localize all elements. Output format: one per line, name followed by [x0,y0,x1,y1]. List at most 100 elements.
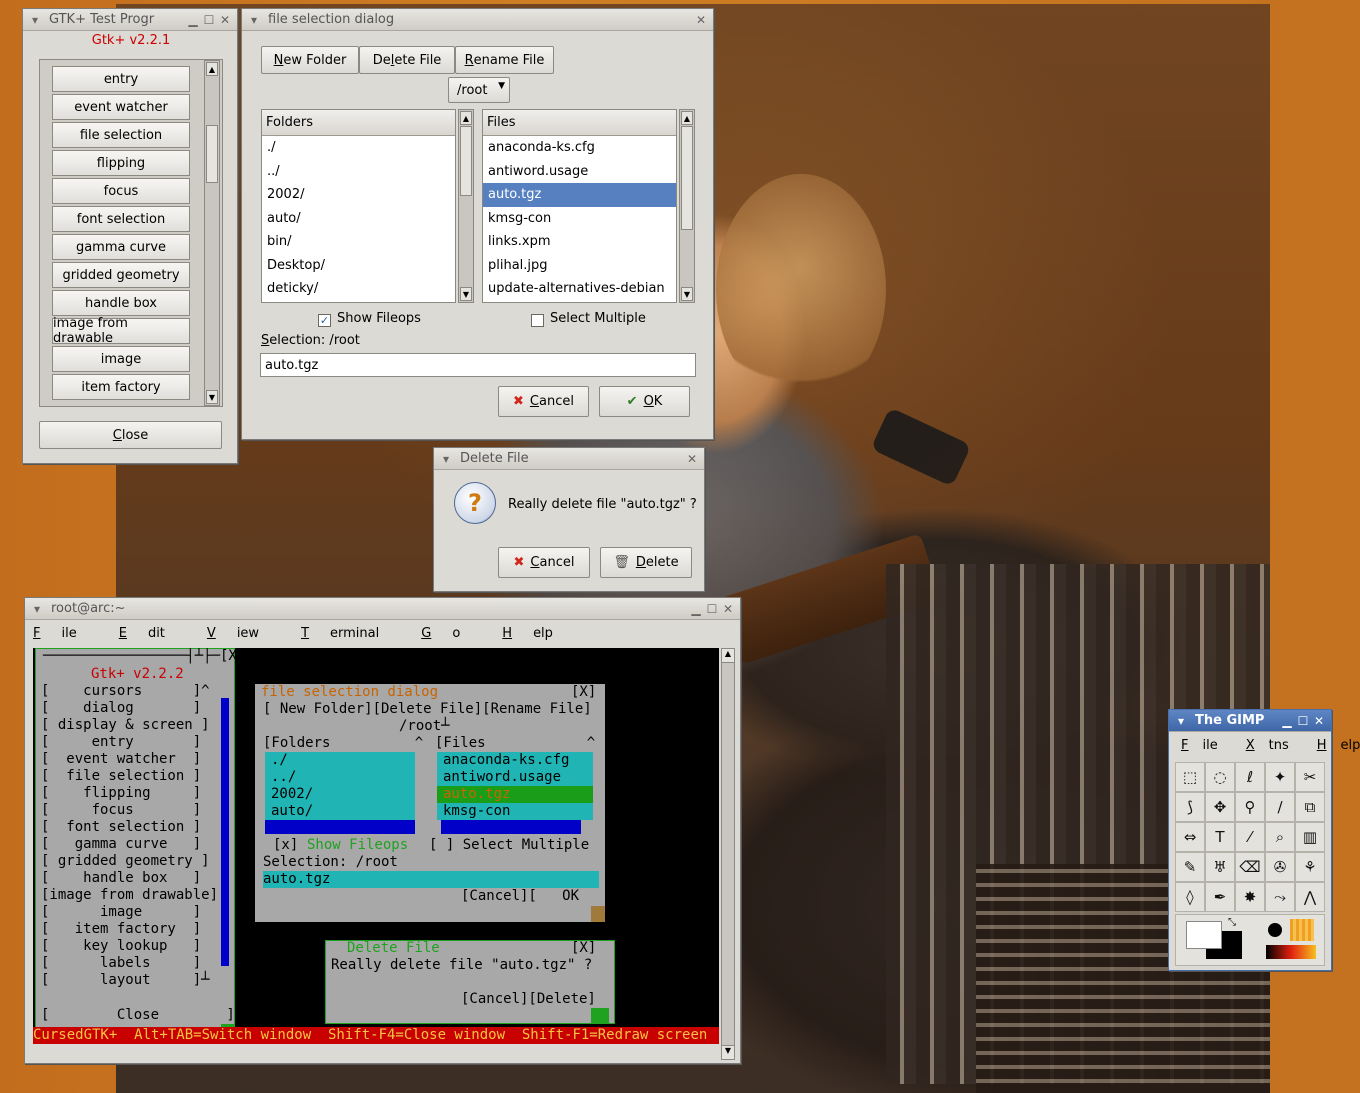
curses-item[interactable]: [ dialog ] [41,700,201,717]
test-button-font-selection[interactable]: font selection [52,206,190,232]
maximize-icon[interactable]: ☐ [1295,714,1311,728]
folder-row[interactable]: Desktop/ [262,254,455,278]
curses-fs-buttons[interactable]: [ New Folder][Delete File][Rename File] [263,701,592,718]
curses-folder-row[interactable]: ../ [271,769,296,786]
terminal-scrollbar[interactable]: ▲ ▼ [721,648,735,1060]
ok-button[interactable]: ✔ O K [599,386,690,417]
convolve-icon[interactable]: ◊ [1175,882,1205,912]
curses-item[interactable]: [ file selection ] [41,768,201,785]
curses-fs-close[interactable]: [X] [571,684,596,701]
curses-fs-cancel-ok[interactable]: [Cancel][ OK ] [461,888,613,905]
scissors-icon[interactable]: ✂ [1295,762,1325,792]
curses-item[interactable]: [ display & screen ] [41,717,210,734]
curses-item[interactable]: [ handle box ] [41,870,201,887]
menu-xtns[interactable]: Xtns [1246,738,1303,753]
curses-item[interactable]: [ layout ]┴ [41,972,210,989]
test-button-event-watcher[interactable]: event watcher [52,94,190,120]
foreground-color-swatch[interactable] [1186,921,1222,949]
window-menu-icon[interactable]: ▾ [27,13,43,27]
test-button-gamma-curve[interactable]: gamma curve [52,234,190,260]
crop-icon[interactable]: ∕ [1265,792,1295,822]
gradient-preview[interactable] [1266,945,1316,959]
test-button-image-from-drawable[interactable]: image from drawable [52,316,190,346]
transform-icon[interactable]: ⧉ [1295,792,1325,822]
selection-entry[interactable]: auto.tgz [260,353,696,377]
scroll-thumb[interactable] [206,125,218,183]
file-row[interactable]: kmsg-con [483,207,676,231]
curses-item[interactable]: [ cursors ]^ [41,683,210,700]
menu-edit[interactable]: Edit [119,626,186,641]
dodge-burn-icon[interactable]: ✸ [1235,882,1265,912]
titlebar[interactable]: ▾ The GIMP ▁ ☐ ✕ [1169,710,1331,732]
test-button-image[interactable]: image [52,346,190,372]
maximize-icon[interactable]: ☐ [704,602,720,616]
text-icon[interactable]: T [1205,822,1235,852]
file-row[interactable]: plihal.jpg [483,254,676,278]
pattern-preview[interactable] [1290,919,1314,941]
eraser-icon[interactable]: ⌫ [1235,852,1265,882]
test-button-entry[interactable]: entry [52,66,190,92]
curses-item[interactable]: [ labels ] [41,955,201,972]
folders-list[interactable]: Folders ./ ../ 2002/ auto/ bin/ Desktop/… [261,109,456,303]
ellipse-select-icon[interactable]: ◌ [1205,762,1235,792]
delete-file-button[interactable]: De l ete File [359,46,455,74]
bucket-fill-icon[interactable]: ⌕ [1265,822,1295,852]
curses-folder-row[interactable]: auto/ [271,803,313,820]
scroll-thumb[interactable] [681,126,693,230]
window-menu-icon[interactable]: ▾ [29,602,45,616]
scroll-up-icon[interactable]: ▲ [206,62,218,76]
curses-item[interactable]: [ gridded geometry ] [41,853,210,870]
curses-fs-files-header[interactable]: [Files ^ [435,735,595,752]
path-dropdown[interactable]: /root ▼ [448,77,510,103]
window-menu-icon[interactable]: ▾ [438,452,454,466]
curses-show-fileops-checkbox[interactable]: [x] [273,837,298,854]
minimize-icon[interactable]: ▁ [185,13,201,27]
file-row-selected[interactable]: auto.tgz [483,183,676,207]
flip-icon[interactable]: ⇔ [1175,822,1205,852]
window-menu-icon[interactable]: ▾ [1173,714,1189,728]
folder-row[interactable]: ../ [262,160,455,184]
curses-item[interactable]: [image from drawable] [41,887,218,904]
test-button-flipping[interactable]: flipping [52,150,190,176]
files-list[interactable]: Files anaconda-ks.cfg antiword.usage aut… [482,109,677,303]
close-button[interactable]: Close [39,421,222,449]
curses-item[interactable]: [ gamma curve ] [41,836,201,853]
show-fileops-checkbox[interactable]: ✓ [318,314,331,327]
curses-file-row[interactable]: anaconda-ks.cfg [443,752,569,769]
scroll-down-icon[interactable]: ▼ [206,390,218,404]
list-scrollbar[interactable]: ▲ ▼ [204,60,220,406]
lasso-icon[interactable]: ℓ [1235,762,1265,792]
cancel-button[interactable]: ✖ Cancel [498,547,590,578]
curses-select-multiple[interactable]: [ ] Select Multiple [429,837,589,854]
titlebar[interactable]: ▾ GTK+ Test Progr ▁ ☐ ✕ [23,9,237,31]
gradient-icon[interactable]: ▥ [1295,822,1325,852]
curses-item[interactable]: [ event watcher ] [41,751,201,768]
color-picker-icon[interactable]: ⁄ [1235,822,1265,852]
scroll-up-icon[interactable]: ▲ [460,111,472,125]
paintbrush-icon[interactable]: ♅ [1205,852,1235,882]
test-button-gridded-geometry[interactable]: gridded geometry [52,262,190,288]
menu-view[interactable]: View [207,626,280,641]
magnify-icon[interactable]: ⚲ [1235,792,1265,822]
scroll-up-icon[interactable]: ▲ [722,649,734,663]
folder-row[interactable]: bin/ [262,230,455,254]
scroll-down-icon[interactable]: ▼ [681,287,693,301]
brush-preview[interactable] [1268,923,1282,937]
curses-folder-row[interactable]: 2002/ [271,786,313,803]
folders-header[interactable]: Folders [262,110,455,136]
curses-close-button[interactable]: [ Close ] [41,1007,235,1024]
terminal-screen[interactable]: ─────────────────┤┴├─[X]┐ Gtk+ v2.2.2 [ … [33,648,719,1044]
pencil-icon[interactable]: ✎ [1175,852,1205,882]
scroll-up-icon[interactable]: ▲ [681,111,693,125]
titlebar[interactable]: ▾ Delete File ✕ [434,448,704,470]
test-button-handle-box[interactable]: handle box [52,290,190,316]
curses-fs-path[interactable]: /root┴ [399,718,450,735]
file-row[interactable]: antiword.usage [483,160,676,184]
scroll-down-icon[interactable]: ▼ [722,1045,734,1059]
cancel-button[interactable]: ✖ Cancel [498,386,589,417]
titlebar[interactable]: ▾ root@arc:~ ▁ ☐ ✕ [25,598,740,620]
curses-fs-hscroll[interactable] [265,820,415,834]
file-row[interactable]: links.xpm [483,230,676,254]
curses-file-row-selected[interactable]: auto.tgz [443,786,510,803]
files-scrollbar[interactable]: ▲ ▼ [679,109,695,303]
